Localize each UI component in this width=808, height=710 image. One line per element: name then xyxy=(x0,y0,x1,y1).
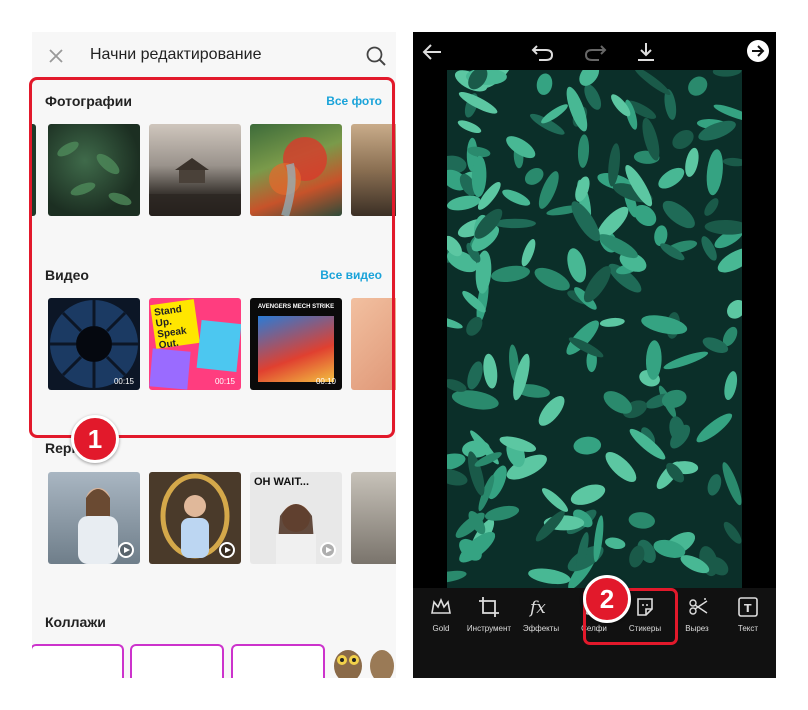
fx-icon: fx xyxy=(529,598,546,618)
redo-icon[interactable] xyxy=(583,42,607,62)
download-icon[interactable] xyxy=(635,41,657,63)
screen-title: Начни редактирование xyxy=(90,46,262,63)
collage-template[interactable] xyxy=(130,644,224,678)
collage-template[interactable] xyxy=(32,644,124,678)
top-bar: Начни редактирование xyxy=(32,32,396,80)
collage-template[interactable] xyxy=(231,644,325,678)
tool-effects[interactable]: fx Эффекты xyxy=(513,596,569,656)
search-icon[interactable] xyxy=(365,45,387,67)
close-icon[interactable] xyxy=(46,46,66,66)
replay-thumb[interactable] xyxy=(351,472,396,564)
cutout-icon xyxy=(689,598,708,615)
text-icon: T xyxy=(738,597,758,617)
tool-text[interactable]: T Текст xyxy=(720,596,776,656)
crop-icon xyxy=(479,597,499,617)
step-badge-2: 2 xyxy=(583,575,631,623)
play-icon xyxy=(320,542,336,558)
tool-label: Эффекты xyxy=(522,624,560,633)
tool-instrument[interactable]: Инструмент xyxy=(461,596,517,656)
next-arrow-icon[interactable] xyxy=(746,39,770,63)
owl-thumb[interactable] xyxy=(330,642,396,678)
crown-icon xyxy=(431,597,451,614)
highlight-frame-media xyxy=(29,77,395,438)
play-icon xyxy=(118,542,134,558)
step-badge-1: 1 xyxy=(71,415,119,463)
tool-label: Текст xyxy=(737,624,759,633)
overlay-text: OH WAIT... xyxy=(254,476,309,488)
svg-text:T: T xyxy=(744,602,752,615)
replay-thumb[interactable] xyxy=(149,472,241,564)
collages-section-title: Коллажи xyxy=(45,614,106,630)
tool-label: Инструмент xyxy=(466,624,512,633)
play-icon xyxy=(219,542,235,558)
back-arrow-icon[interactable] xyxy=(421,42,443,62)
edited-photo-canvas[interactable] xyxy=(447,70,742,588)
svg-text:fx: fx xyxy=(529,598,546,618)
replay-thumb[interactable]: OH WAIT... xyxy=(250,472,342,564)
replay-thumb[interactable] xyxy=(48,472,140,564)
replay-row: OH WAIT... xyxy=(32,472,396,564)
editor-top-bar xyxy=(413,32,776,72)
undo-icon[interactable] xyxy=(531,42,555,62)
